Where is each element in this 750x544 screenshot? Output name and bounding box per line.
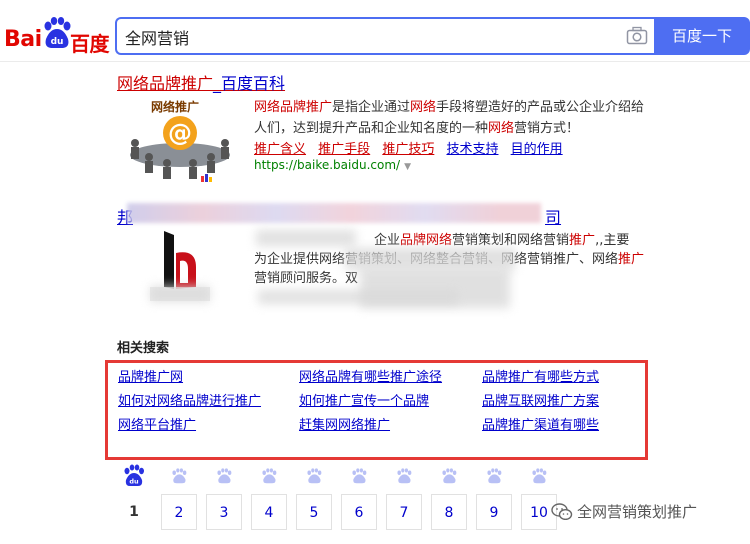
paw-logo-icon: du [44, 17, 71, 48]
camera-icon[interactable] [626, 26, 648, 46]
page-link-9[interactable]: 9 [476, 494, 512, 530]
page-link-3[interactable]: 3 [206, 494, 242, 530]
result-thumbnail[interactable]: 网络推广 @ [117, 97, 243, 185]
blur-mask [345, 248, 515, 270]
page-link-4[interactable]: 4 [251, 494, 287, 530]
logo-bai-text: Bai [4, 27, 42, 52]
thumbnail-caption: 网络推广 [151, 99, 199, 114]
svg-text:du: du [129, 478, 139, 486]
related-search-title: 相关搜索 [117, 341, 170, 356]
wechat-watermark: 全网营销策划推广 [551, 494, 697, 530]
paw-page-icon [172, 468, 187, 484]
blur-mask [256, 230, 356, 246]
paw-page-icon [307, 468, 322, 484]
related-link[interactable]: 如何对网络品牌进行推广 [118, 390, 261, 409]
result-title-baike[interactable]: 网络品牌推广_百度百科 [117, 70, 285, 94]
result-url[interactable]: https://baike.baidu.com/▼ [254, 158, 411, 172]
sublink-methods[interactable]: 推广手段 [318, 142, 370, 157]
page-link-8[interactable]: 8 [431, 494, 467, 530]
watermark-text: 全网营销策划推广 [577, 503, 698, 521]
result-title-highlight: 网络品牌推广 [117, 74, 214, 93]
header-bar: Bai du 百度 百度一下 [0, 0, 750, 62]
paw-page-icon [442, 468, 457, 484]
page-link-5[interactable]: 5 [296, 494, 332, 530]
result-title-suffix: _百度百科 [213, 74, 286, 93]
sublink-skills[interactable]: 推广技巧 [382, 142, 434, 157]
related-link[interactable]: 网络平台推广 [118, 414, 196, 433]
sublink-purpose[interactable]: 目的作用 [511, 142, 563, 157]
svg-text:@: @ [168, 119, 192, 147]
blur-mask [150, 286, 210, 302]
baidu-logo[interactable]: Bai du 百度 [4, 13, 110, 56]
paw-current-icon: du [124, 464, 144, 486]
result-sublinks: 推广含义 推广手段 推广技巧 技术支持 目的作用 [254, 138, 571, 157]
search-box [115, 17, 654, 55]
sublink-meaning[interactable]: 推广含义 [254, 142, 306, 157]
blurred-title-overlay [127, 203, 541, 223]
paw-page-icon [262, 468, 277, 484]
related-link[interactable]: 品牌互联网推广方案 [482, 390, 599, 409]
sublink-tech-support[interactable]: 技术支持 [446, 142, 498, 157]
paw-page-icon [397, 468, 412, 484]
dropdown-arrow-icon[interactable]: ▼ [404, 162, 411, 172]
paw-page-icon [487, 468, 502, 484]
wechat-icon [551, 503, 573, 521]
search-input[interactable] [125, 25, 605, 49]
related-link[interactable]: 如何推广宣传一个品牌 [299, 390, 429, 409]
page-current: 1 [129, 504, 139, 520]
related-link[interactable]: 赶集网网络推广 [299, 414, 390, 433]
blur-mask [258, 290, 458, 304]
paw-page-icon [352, 468, 367, 484]
related-link[interactable]: 品牌推广渠道有哪些 [482, 414, 599, 433]
page-link-7[interactable]: 7 [386, 494, 422, 530]
paw-page-icon [217, 468, 232, 484]
page-link-6[interactable]: 6 [341, 494, 377, 530]
logo-du-text: du [51, 37, 64, 47]
result-description: 网络品牌推广是指企业通过网络手段将塑造好的产品或公企业介绍给人们，达到提升产品和… [254, 100, 645, 136]
logo-chinese-text: 百度 [70, 32, 110, 56]
related-link[interactable]: 品牌推广网 [118, 366, 183, 385]
related-link[interactable]: 品牌推广有哪些方式 [482, 366, 599, 385]
search-button[interactable]: 百度一下 [654, 17, 750, 55]
related-link[interactable]: 网络品牌有哪些推广途径 [299, 366, 442, 385]
page-link-2[interactable]: 2 [161, 494, 197, 530]
paw-page-icon [532, 468, 547, 484]
